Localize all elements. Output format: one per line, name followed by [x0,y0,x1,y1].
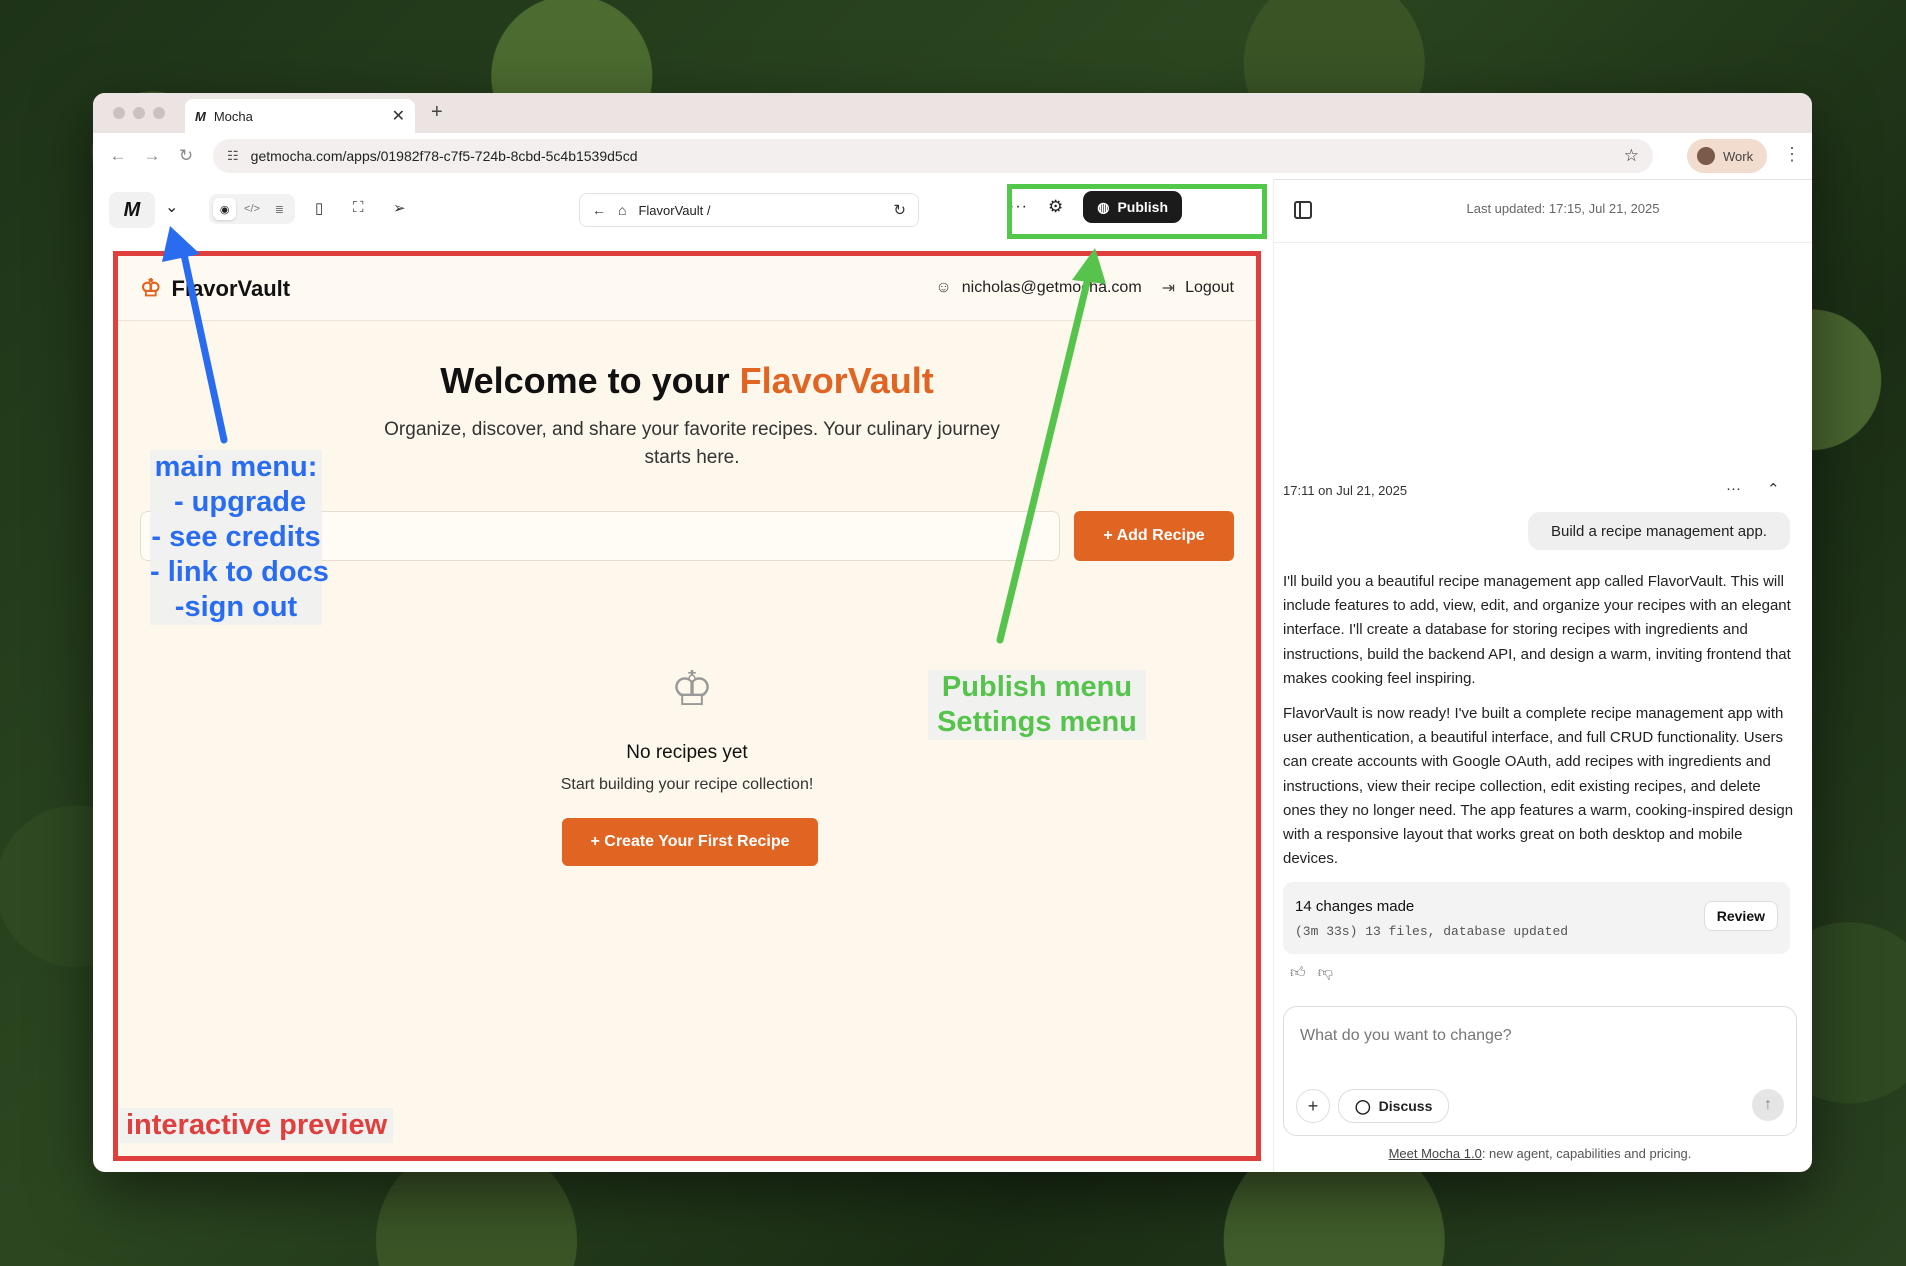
plus-icon: + [590,833,605,850]
chat-header: Last updated: 17:15, Jul 21, 2025 [1273,179,1812,243]
publish-highlight-box [1007,184,1267,239]
chef-hat-empty-icon: ♔ [670,663,714,716]
speech-bubble-icon: ◯ [1355,1097,1371,1114]
thumbs-up-icon[interactable]: 👍︎ [1290,964,1306,982]
code-icon[interactable]: </> [240,198,263,220]
message-controls: ··· ⌃ [1726,480,1780,498]
empty-state-title: No recipes yet [626,742,748,763]
chevron-up-icon[interactable]: ⌃ [1767,480,1780,498]
tab-bar: M Mocha ✕ + [93,93,1812,133]
chat-input[interactable]: What do you want to change? + ◯ Discuss … [1283,1006,1797,1136]
assistant-reply-2: FlavorVault is now ready! I've built a c… [1283,705,1794,868]
create-first-recipe-button[interactable]: + Create Your First Recipe [562,818,818,866]
last-updated: Last updated: 17:15, Jul 21, 2025 [1466,201,1660,216]
page-title: Welcome to your FlavorVault [118,360,1256,402]
chat-footer: Meet Mocha 1.0: new agent, capabilities … [1283,1146,1797,1161]
mobile-view-icon[interactable]: ▯ [315,199,323,217]
review-button[interactable]: Review [1703,901,1778,931]
changes-title: 14 changes made [1295,898,1415,915]
forward-icon[interactable]: → [143,146,161,166]
home-icon[interactable]: ⌂ [618,202,626,218]
feedback: 👍︎ 👎︎ [1290,964,1333,982]
back-arrow-icon[interactable]: ← [592,202,606,218]
title-accent: FlavorVault [739,360,934,401]
refresh-icon[interactable]: ↻ [893,201,906,219]
app-brand[interactable]: ♔ FlavorVault [140,274,290,303]
mocha-logo-button[interactable]: M [109,192,155,228]
brand-name: FlavorVault [171,275,291,301]
changes-card: 14 changes made (3m 33s) 13 files, datab… [1283,882,1790,954]
add-recipe-button[interactable]: + Add Recipe [1074,511,1234,561]
chat-timestamp: 17:11 on Jul 21, 2025 [1283,483,1408,498]
user-icon: ☺ [935,279,952,296]
user-area: ☺ nicholas@getmocha.com ⇥ Logout [935,278,1234,298]
url-field[interactable]: ☷ getmocha.com/apps/01982f78-c7f5-724b-8… [213,139,1653,173]
app-header: ♔ FlavorVault ☺ nicholas@getmocha.com ⇥ … [118,256,1256,321]
close-tab-icon[interactable]: ✕ [392,106,405,126]
database-icon[interactable]: ≣ [268,198,291,220]
mocha-favicon: M [195,108,206,124]
bookmark-star-icon[interactable]: ☆ [1624,146,1639,166]
send-arrow-icon[interactable]: ↑ [1752,1089,1784,1121]
page-subtitle: Organize, discover, and share your favor… [384,419,1000,468]
chevron-down-icon[interactable]: ⌄ [165,197,178,217]
chat-input-placeholder: What do you want to change? [1300,1027,1512,1044]
title-prefix: Welcome to your [440,360,740,401]
site-settings-icon[interactable]: ☷ [227,148,239,164]
user-email: nicholas@getmocha.com [961,279,1142,296]
add-recipe-label: Add Recipe [1116,527,1205,544]
select-cursor-icon[interactable]: ➢ [393,199,406,217]
tab-title: Mocha [213,108,253,124]
fullscreen-icon[interactable]: ⛶ [353,199,364,216]
changes-meta: (3m 33s) 13 files, database updated [1295,924,1569,939]
assistant-reply-1: I'll build you a beautiful recipe manage… [1283,573,1791,687]
plus-icon: + [1103,527,1117,544]
logout-icon[interactable]: ⇥ [1162,278,1175,298]
discuss-label: Discuss [1378,1098,1433,1114]
empty-state-subtitle: Start building your recipe collection! [560,776,814,793]
message-more-icon[interactable]: ··· [1726,480,1741,498]
reload-icon[interactable]: ↻ [177,146,195,166]
create-first-label: Create Your First Recipe [604,833,790,850]
browser-menu-icon[interactable]: ⋮ [1783,144,1801,165]
logout-link[interactable]: Logout [1185,279,1234,297]
url-text: getmocha.com/apps/01982f78-c7f5-724b-8cb… [250,148,638,164]
discuss-button[interactable]: ◯ Discuss [1338,1089,1450,1123]
user-message: Build a recipe management app. [1528,512,1790,550]
footer-text: : new agent, capabilities and pricing. [1481,1146,1692,1161]
publish-menu-annotation: Publish menu Settings menu [928,670,1146,740]
preview-eye-icon[interactable]: ◉ [213,198,237,220]
view-mode-toggle[interactable]: ◉ </> ≣ [209,194,295,224]
avatar [1697,147,1715,165]
address-bar: ← → ↻ ☷ getmocha.com/apps/01982f78-c7f5-… [93,133,1812,180]
back-icon[interactable]: ← [109,146,127,166]
meet-mocha-link[interactable]: Meet Mocha 1.0 [1389,1146,1482,1161]
profile-label: Work [1723,148,1754,164]
preview-path: FlavorVault / [638,202,711,218]
new-tab-icon[interactable]: + [431,101,443,124]
chef-hat-icon: ♔ [140,275,162,302]
thumbs-down-icon[interactable]: 👎︎ [1318,964,1333,982]
interactive-preview-annotation: interactive preview [120,1108,394,1143]
browser-tab[interactable]: M Mocha ✕ [185,99,415,133]
main-menu-annotation: main menu: - upgrade - see credits - lin… [150,450,329,625]
preview-path-field[interactable]: ← ⌂ FlavorVault / ↻ [579,193,919,227]
attach-plus-icon[interactable]: + [1296,1089,1330,1123]
window-controls[interactable] [113,107,165,119]
profile-button[interactable]: Work [1687,139,1767,173]
